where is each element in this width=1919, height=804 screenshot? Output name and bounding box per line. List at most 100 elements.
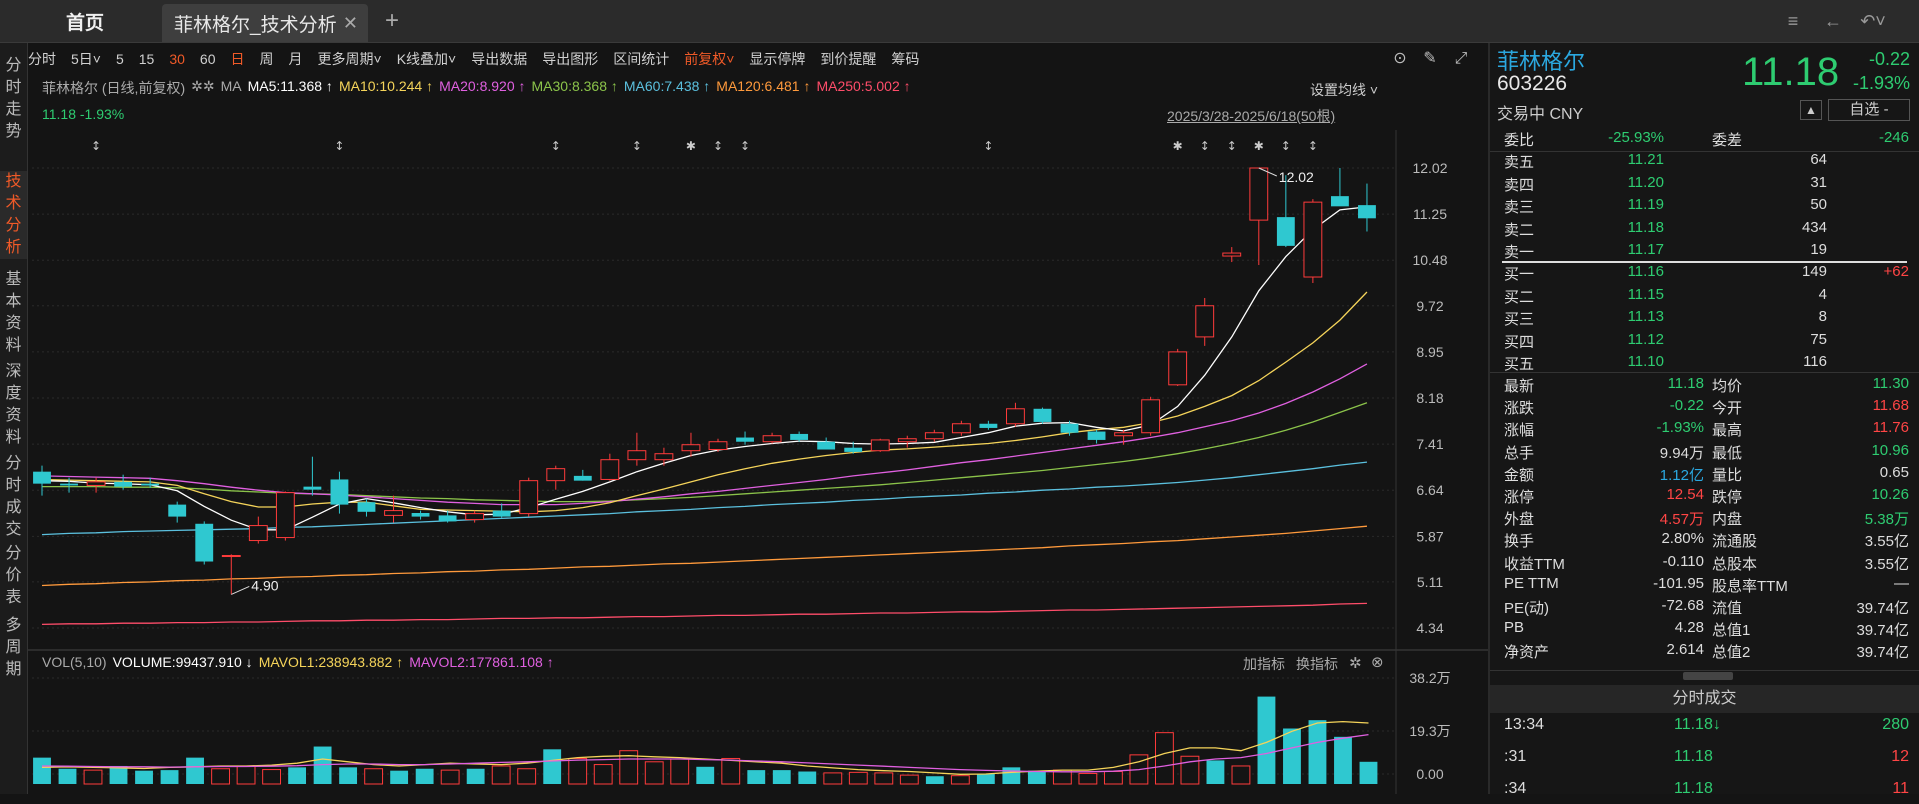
stat-value: -0.110 [1662,552,1704,570]
add-tab-icon[interactable]: + [380,8,404,34]
volume-bar [899,774,919,785]
ask-row[interactable]: 卖五 11.21 64 [1504,151,1909,173]
bid-row[interactable]: 买一 11.16 149 +62 [1504,263,1909,285]
bid-row[interactable]: 买二 11.15 4 [1504,286,1909,308]
toolbar-item-0[interactable]: 分时 [28,49,56,69]
stock-change-pct: -1.93% [1852,73,1910,93]
volume-bar [83,769,103,785]
toolbar-item-1[interactable]: 5日˅ [71,49,101,69]
volume-bar [262,769,282,785]
nav-item-4[interactable]: 分时成交 [0,453,27,541]
bell-icon[interactable]: ▲ [1800,100,1822,120]
deals-header[interactable]: 分时成交 [1490,685,1919,713]
toolbar-item-14[interactable]: 前复权˅ [684,49,734,69]
stat-value: 11.76 [1872,419,1909,437]
volume-bar [925,776,944,784]
volume-bar [1180,755,1200,785]
ma10-line [41,291,1368,513]
watchlist-button[interactable]: 自选 - [1828,99,1910,121]
range-label[interactable]: 2025/3/28-2025/6/18(50根) [1167,106,1335,126]
fullscreen-icon[interactable]: ⤢ [1451,49,1471,69]
price-info: 11.18 -1.93% [42,106,125,122]
add-indicator-button[interactable]: 加指标 [1243,654,1285,674]
toolbar-item-11[interactable]: 导出数据 [471,49,527,69]
volume-bar [466,768,485,784]
vol-legend-item: MAVOL1:238943.882 ↑ [258,654,404,670]
toolbar-item-12[interactable]: 导出图形 [542,49,598,69]
brush-icon[interactable]: ✎ [1420,49,1440,69]
toolbar-item-17[interactable]: 筹码 [891,49,919,69]
nav-item-0[interactable]: 分时走势 [0,55,27,143]
candle-body [1358,205,1376,219]
candle-body [1195,305,1215,338]
ma-legend: 菲林格尔 (日线,前复权) ✲✲ MA MA5:11.368 ↑ MA10:10.… [42,78,917,98]
settings-icon[interactable]: ✲ [1349,654,1362,672]
toolbar-item-9[interactable]: 更多周期˅ [318,49,382,69]
price-axis-label: 5.87 [1416,528,1443,544]
nav-item-5[interactable]: 分价表 [0,543,27,609]
candle-body [897,438,917,443]
ma-legend-item: MA30:8.368 ↑ [531,78,618,94]
bid-row[interactable]: 买三 11.13 8 [1504,308,1909,330]
tab-home[interactable]: 首页 [0,0,170,42]
nav-item-3[interactable]: 深度资料 [0,361,27,449]
toolbar-item-5[interactable]: 60 [200,51,216,67]
stat-label: PE TTM [1504,574,1559,592]
toolbar-item-6[interactable]: 日 [231,49,245,69]
toolbar-item-2[interactable]: 5 [116,51,124,67]
deal-row: :34 11.18 11 [1504,780,1909,804]
volume-bar [491,765,511,785]
event-marker-icon: ↕ [983,139,993,153]
collapse-handle[interactable] [1683,672,1733,680]
toolbar-item-4[interactable]: 30 [169,51,185,67]
ask-price: 11.20 [1627,173,1664,191]
note-icon[interactable]: ≡ [1780,10,1806,32]
ask-row[interactable]: 卖一 11.17 19 [1504,241,1909,263]
toolbar-item-13[interactable]: 区间统计 [613,49,669,69]
ask-row[interactable]: 卖二 11.18 434 [1504,219,1909,241]
ma-setting-button[interactable]: 设置均线 ˅ [1310,80,1378,100]
stat-value: 9.94万 [1659,444,1704,462]
close-circle-icon[interactable]: ⊗ [1371,653,1384,671]
undo-icon[interactable]: ↶˅ [1860,10,1886,32]
stat-label: 涨停 [1504,489,1535,506]
candle-body [924,432,944,440]
price-axis-label: 11.25 [1413,206,1447,222]
nav-item-6[interactable]: 多周期 [0,615,27,681]
bid-row[interactable]: 买四 11.12 75 [1504,331,1909,353]
circle-down-icon[interactable]: ⊙ [1390,49,1410,69]
ma-legend-item: MA250:5.002 ↑ [816,78,911,94]
tab-technical-analysis[interactable]: 菲林格尔_技术分析 ✕ [162,4,368,42]
volume-bar [543,749,562,784]
volume-bar [1002,767,1021,784]
nav-item-2[interactable]: 基本资料 [0,269,27,357]
toolbar-item-3[interactable]: 15 [139,51,155,67]
stat-label: PB [1504,619,1525,637]
toolbar-item-8[interactable]: 月 [289,49,303,69]
price-axis-label: 8.18 [1416,390,1443,406]
stock-code: 603226 [1497,72,1568,95]
ask-row[interactable]: 卖四 11.20 31 [1504,174,1909,196]
candle-body [330,479,349,505]
gear-icon[interactable]: ✲✲ [191,78,214,98]
ask-row[interactable]: 卖三 11.19 50 [1504,196,1909,218]
candle-body [573,475,592,481]
close-icon[interactable]: ✕ [343,13,358,34]
candle-body [817,441,836,450]
toolbar-item-7[interactable]: 周 [260,49,274,69]
stat-label: 最新 [1504,378,1535,395]
candle-body [438,515,457,522]
event-marker-icon: ↕ [91,139,101,153]
event-marker-icon: ↕ [334,139,344,153]
deal-time: 13:34 [1504,716,1545,733]
bid-label: 买一 [1504,266,1535,283]
toolbar-item-10[interactable]: K线叠加˅ [397,49,457,69]
toolbar-item-15[interactable]: 显示停牌 [749,49,805,69]
volume-bar [390,770,409,784]
toolbar-item-16[interactable]: 到价提醒 [820,49,876,69]
switch-indicator-button[interactable]: 换指标 [1296,654,1338,674]
candlestick-chart[interactable]: 12.02 11.25 10.48 9.72 8.95 8.18 7.41 6.64 5.87 5… [28,130,1488,794]
stat-row: 最新 11.18 均价 11.30 [1504,375,1909,397]
nav-item-1[interactable]: 技术分析 [0,171,27,259]
back-arrow-icon[interactable]: ← [1820,10,1846,32]
